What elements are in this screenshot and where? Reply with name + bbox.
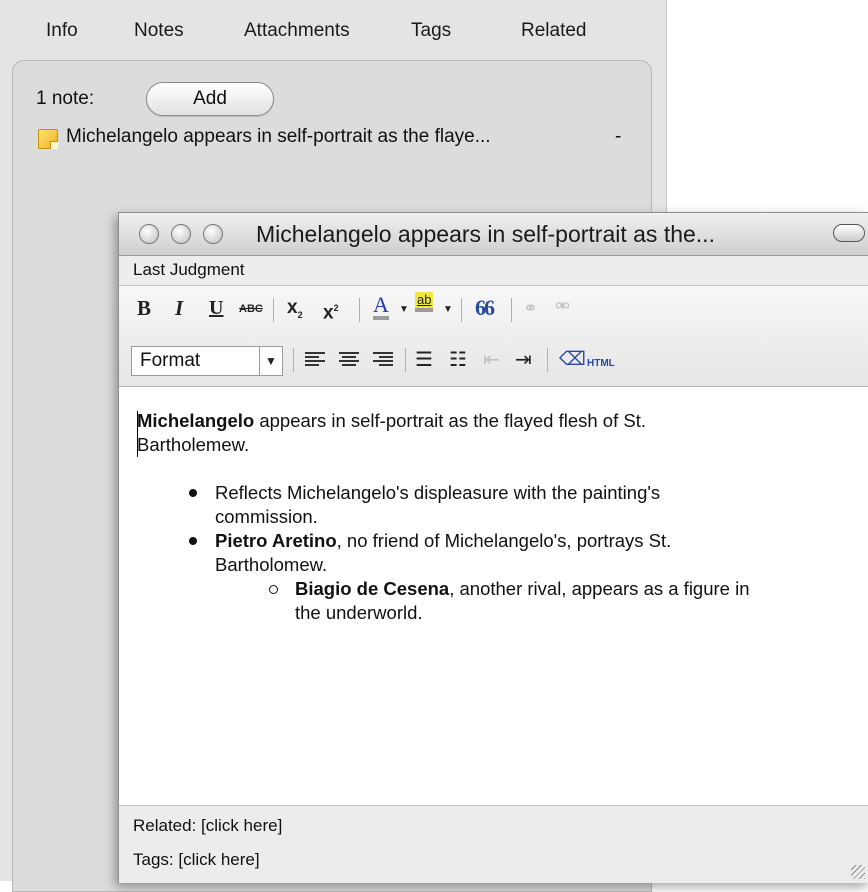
bullet-icon: [189, 489, 197, 497]
note-list-item[interactable]: Michelangelo appears in self-portrait as…: [30, 122, 640, 152]
window-title: Michelangelo appears in self-portrait as…: [256, 221, 715, 247]
sub-list-item: Biagio de Cesena, another rival, appears…: [295, 577, 750, 625]
list-item-text-line2: Bartholomew.: [215, 554, 328, 575]
underline-button[interactable]: U: [209, 296, 223, 320]
zoom-window-icon[interactable]: [203, 224, 223, 244]
remove-note-button[interactable]: -: [615, 126, 621, 148]
unlink-icon: ⚮: [555, 296, 571, 316]
list-item-text-line2: commission.: [215, 506, 318, 527]
toolbar-separator: [359, 298, 360, 322]
sub-bullet-icon: [269, 585, 278, 594]
tags-link[interactable]: Tags: [click here]: [133, 850, 260, 870]
list-item: Pietro Aretino, no friend of Michelangel…: [215, 529, 671, 577]
subscript-button[interactable]: x2: [287, 296, 303, 327]
html-source-button[interactable]: HTML: [587, 352, 615, 376]
minimize-window-icon[interactable]: [171, 224, 191, 244]
toolbar-separator: [547, 348, 548, 372]
list-item-text: Reflects Michelangelo's displeasure with…: [215, 482, 661, 503]
para-text: appears in self-portrait as the flayed f…: [254, 410, 646, 431]
toolbar-toggle-icon[interactable]: [833, 224, 865, 242]
align-center-icon[interactable]: [339, 352, 359, 368]
list-item-bold-text: Pietro Aretino: [215, 530, 337, 551]
bullet-icon: [189, 537, 197, 545]
note-list-item-title: Michelangelo appears in self-portrait as…: [66, 126, 491, 147]
format-select[interactable]: Format ▼: [131, 346, 283, 376]
blockquote-button[interactable]: 66: [475, 296, 495, 320]
link-icon: ⚭: [523, 298, 539, 318]
bulleted-list-icon[interactable]: ☰: [415, 348, 433, 372]
outdent-icon: ⇤: [483, 349, 500, 371]
note-paragraph: Michelangelo appears in self-portrait as…: [137, 409, 837, 457]
toolbar-separator: [461, 298, 462, 322]
tab-info[interactable]: Info: [46, 20, 78, 42]
toolbar-separator: [405, 348, 406, 372]
tab-attachments[interactable]: Attachments: [244, 20, 350, 42]
para-text-line2: Bartholemew.: [137, 434, 250, 455]
toolbar-separator: [511, 298, 512, 322]
format-select-label: Format: [140, 350, 201, 371]
tab-notes[interactable]: Notes: [134, 20, 184, 42]
italic-button[interactable]: I: [175, 296, 183, 320]
text-color-dropdown-icon[interactable]: ▼: [399, 298, 409, 322]
editor-toolbar: B I U ABC x2 x2 A ▼ ab ▼ 66 ⚭ ⚮ Format ▼…: [119, 286, 868, 387]
sub-list-item-bold-text: Biagio de Cesena: [295, 578, 450, 599]
numbered-list-icon[interactable]: ☷: [449, 348, 467, 372]
related-link[interactable]: Related: [click here]: [133, 816, 282, 836]
toolbar-separator: [273, 298, 274, 322]
list-item-text: , no friend of Michelangelo's, portrays …: [336, 530, 672, 551]
note-count-label: 1 note:: [36, 88, 95, 109]
parent-item-bar: Last Judgment: [119, 256, 868, 286]
note-icon: [38, 129, 58, 149]
resize-grip-icon[interactable]: [851, 865, 865, 879]
para-bold-text: Michelangelo: [137, 410, 255, 431]
clear-formatting-icon[interactable]: ⌫: [559, 348, 586, 372]
parent-item-label[interactable]: Last Judgment: [133, 260, 245, 280]
bold-button[interactable]: B: [137, 296, 151, 320]
highlight-dropdown-icon[interactable]: ▼: [443, 298, 453, 322]
tab-related[interactable]: Related: [521, 20, 587, 42]
item-tabs: Info Notes Attachments Tags Related: [0, 0, 666, 60]
add-note-button[interactable]: Add: [146, 82, 274, 116]
window-titlebar[interactable]: Michelangelo appears in self-portrait as…: [119, 213, 868, 256]
note-editor-window: Michelangelo appears in self-portrait as…: [118, 212, 868, 883]
close-window-icon[interactable]: [139, 224, 159, 244]
sub-list-item-text-line2: the underworld.: [295, 602, 423, 623]
sub-list-item-text: , another rival, appears as a figure in: [449, 578, 750, 599]
superscript-button[interactable]: x2: [323, 296, 339, 325]
note-footer: Related: [click here] Tags: [click here]: [119, 805, 868, 883]
list-item: Reflects Michelangelo's displeasure with…: [215, 481, 660, 529]
align-right-icon[interactable]: [373, 352, 393, 368]
text-color-button[interactable]: A: [373, 294, 389, 320]
strikethrough-button[interactable]: ABC: [239, 297, 263, 321]
indent-icon[interactable]: ⇥: [515, 348, 532, 372]
align-left-icon[interactable]: [305, 352, 325, 368]
tab-tags[interactable]: Tags: [411, 20, 451, 42]
highlight-button[interactable]: ab: [415, 292, 434, 312]
toolbar-separator: [293, 348, 294, 372]
note-editor-body[interactable]: Michelangelo appears in self-portrait as…: [119, 387, 868, 803]
chevron-down-icon: ▼: [259, 347, 282, 375]
